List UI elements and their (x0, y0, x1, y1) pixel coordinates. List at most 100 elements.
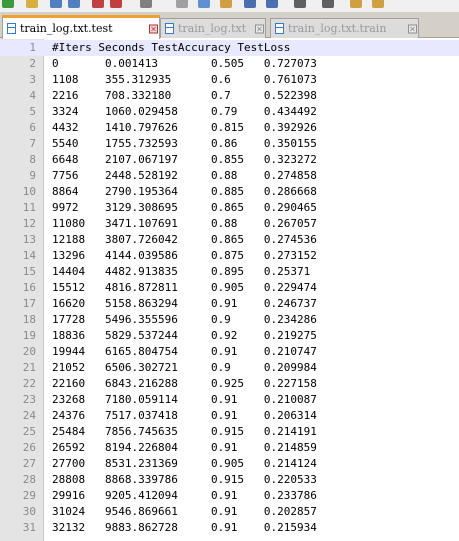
line-number: 12 (22, 217, 36, 230)
line-number: 2 (29, 57, 36, 70)
line-number: 1 (29, 41, 36, 54)
close-tab-icon[interactable]: × (255, 24, 264, 33)
editor-line[interactable]: 14 13296 4144.039586 0.875 0.273152 (0, 248, 459, 264)
document-icon (7, 23, 16, 34)
close-tab-icon[interactable]: × (408, 24, 417, 33)
editor-line[interactable]: 15 14404 4482.913835 0.895 0.25371 (0, 264, 459, 280)
line-text: 8864 2790.195364 0.885 0.286668 (52, 185, 317, 198)
copy-icon[interactable] (198, 0, 210, 8)
editor-line[interactable]: 4 2216 708.332180 0.7 0.522398 (0, 88, 459, 104)
line-text: 19944 6165.804754 0.91 0.210747 (52, 345, 317, 358)
line-text: 32132 9883.862728 0.91 0.215934 (52, 521, 317, 534)
new-file-icon[interactable] (2, 0, 14, 8)
line-text: 21052 6506.302721 0.9 0.209984 (52, 361, 317, 374)
line-number: 23 (22, 393, 36, 406)
editor-line[interactable]: 13 12188 3807.726042 0.865 0.274536 (0, 232, 459, 248)
close-all-icon[interactable] (110, 0, 122, 8)
close-tab-icon[interactable]: × (149, 24, 158, 33)
editor-line[interactable]: 27 27700 8531.231369 0.905 0.214124 (0, 456, 459, 472)
editor-line[interactable]: 3 1108 355.312935 0.6 0.761073 (0, 72, 459, 88)
editor-line[interactable]: 7 5540 1755.732593 0.86 0.350155 (0, 136, 459, 152)
toolbar (0, 0, 459, 12)
editor-line[interactable]: 5 3324 1060.029458 0.79 0.434492 (0, 104, 459, 120)
editor-line[interactable]: 17 16620 5158.863294 0.91 0.246737 (0, 296, 459, 312)
editor-line[interactable]: 2 0 0.001413 0.505 0.727073 (0, 56, 459, 72)
line-number: 27 (22, 457, 36, 470)
editor-line[interactable]: 31 32132 9883.862728 0.91 0.215934 (0, 520, 459, 536)
editor-line[interactable]: 21 21052 6506.302721 0.9 0.209984 (0, 360, 459, 376)
line-number: 18 (22, 313, 36, 326)
line-text: 24376 7517.037418 0.91 0.206314 (52, 409, 317, 422)
line-text: 7756 2448.528192 0.88 0.274858 (52, 169, 317, 182)
tab-train-log-txt-test[interactable]: train_log.txt.test × (2, 15, 160, 39)
line-number: 21 (22, 361, 36, 374)
editor-line[interactable]: 10 8864 2790.195364 0.885 0.286668 (0, 184, 459, 200)
editor-line[interactable]: 28 28808 8868.339786 0.915 0.220533 (0, 472, 459, 488)
tab-train-log-txt-train[interactable]: train_log.txt.train × (270, 18, 419, 38)
text-editor[interactable]: 1 #Iters Seconds TestAccuracy TestLoss 2 0 … (0, 38, 459, 541)
tab-label: train_log.txt.test (20, 22, 113, 35)
line-text: 5540 1755.732593 0.86 0.350155 (52, 137, 317, 150)
editor-line[interactable]: 19 18836 5829.537244 0.92 0.219275 (0, 328, 459, 344)
line-text: 6648 2107.067197 0.855 0.323272 (52, 153, 317, 166)
line-number: 25 (22, 425, 36, 438)
line-number: 31 (22, 521, 36, 534)
editor-line[interactable]: 22 22160 6843.216288 0.925 0.227158 (0, 376, 459, 392)
editor-line[interactable]: 11 9972 3129.308695 0.865 0.290465 (0, 200, 459, 216)
line-text: 1108 355.312935 0.6 0.761073 (52, 73, 317, 86)
line-number: 8 (29, 153, 36, 166)
line-text: 27700 8531.231369 0.905 0.214124 (52, 457, 317, 470)
line-number: 26 (22, 441, 36, 454)
line-number: 28 (22, 473, 36, 486)
editor-line[interactable]: 20 19944 6165.804754 0.91 0.210747 (0, 344, 459, 360)
editor-line[interactable]: 8 6648 2107.067197 0.855 0.323272 (0, 152, 459, 168)
line-number: 17 (22, 297, 36, 310)
line-text: 15512 4816.872811 0.905 0.229474 (52, 281, 317, 294)
editor-line[interactable]: 16 15512 4816.872811 0.905 0.229474 (0, 280, 459, 296)
editor-line[interactable]: 1 #Iters Seconds TestAccuracy TestLoss (0, 40, 459, 56)
line-text: 17728 5496.355596 0.9 0.234286 (52, 313, 317, 326)
line-number: 13 (22, 233, 36, 246)
line-number: 29 (22, 489, 36, 502)
line-number: 4 (29, 89, 36, 102)
line-text: 23268 7180.059114 0.91 0.210087 (52, 393, 317, 406)
save-icon[interactable] (50, 0, 62, 8)
editor-line[interactable]: 9 7756 2448.528192 0.88 0.274858 (0, 168, 459, 184)
editor-line[interactable]: 30 31024 9546.869661 0.91 0.202857 (0, 504, 459, 520)
editor-line[interactable]: 24 24376 7517.037418 0.91 0.206314 (0, 408, 459, 424)
line-number: 5 (29, 105, 36, 118)
editor-line[interactable]: 25 25484 7856.745635 0.915 0.214191 (0, 424, 459, 440)
editor-line[interactable]: 29 29916 9205.412094 0.91 0.233786 (0, 488, 459, 504)
open-file-icon[interactable] (26, 0, 38, 8)
editor-line[interactable]: 26 26592 8194.226804 0.91 0.214859 (0, 440, 459, 456)
editor-line[interactable]: 6 4432 1410.797626 0.815 0.392926 (0, 120, 459, 136)
undo-icon[interactable] (244, 0, 256, 8)
line-text: 22160 6843.216288 0.925 0.227158 (52, 377, 317, 390)
line-number: 24 (22, 409, 36, 422)
redo-icon[interactable] (266, 0, 278, 8)
tab-train-log-txt[interactable]: train_log.txt × (160, 18, 266, 38)
line-text: 0 0.001413 0.505 0.727073 (52, 57, 317, 70)
zoom-out-icon[interactable] (372, 0, 384, 8)
line-number: 7 (29, 137, 36, 150)
line-number: 16 (22, 281, 36, 294)
zoom-in-icon[interactable] (350, 0, 362, 8)
line-number: 14 (22, 249, 36, 262)
line-text: 26592 8194.226804 0.91 0.214859 (52, 441, 317, 454)
find-icon[interactable] (294, 0, 306, 8)
line-text: 25484 7856.745635 0.915 0.214191 (52, 425, 317, 438)
paste-icon[interactable] (220, 0, 232, 8)
close-icon[interactable] (92, 0, 104, 8)
tab-label: train_log.txt (178, 22, 247, 35)
cut-icon[interactable] (176, 0, 188, 8)
save-all-icon[interactable] (68, 0, 80, 8)
print-icon[interactable] (140, 0, 152, 8)
tab-bar: train_log.txt.test × train_log.txt × tra… (0, 12, 459, 39)
replace-icon[interactable] (322, 0, 334, 8)
editor-line[interactable]: 12 11080 3471.107691 0.88 0.267057 (0, 216, 459, 232)
line-number: 22 (22, 377, 36, 390)
editor-line[interactable]: 18 17728 5496.355596 0.9 0.234286 (0, 312, 459, 328)
document-icon (275, 23, 284, 34)
editor-line[interactable]: 23 23268 7180.059114 0.91 0.210087 (0, 392, 459, 408)
document-icon (165, 23, 174, 34)
